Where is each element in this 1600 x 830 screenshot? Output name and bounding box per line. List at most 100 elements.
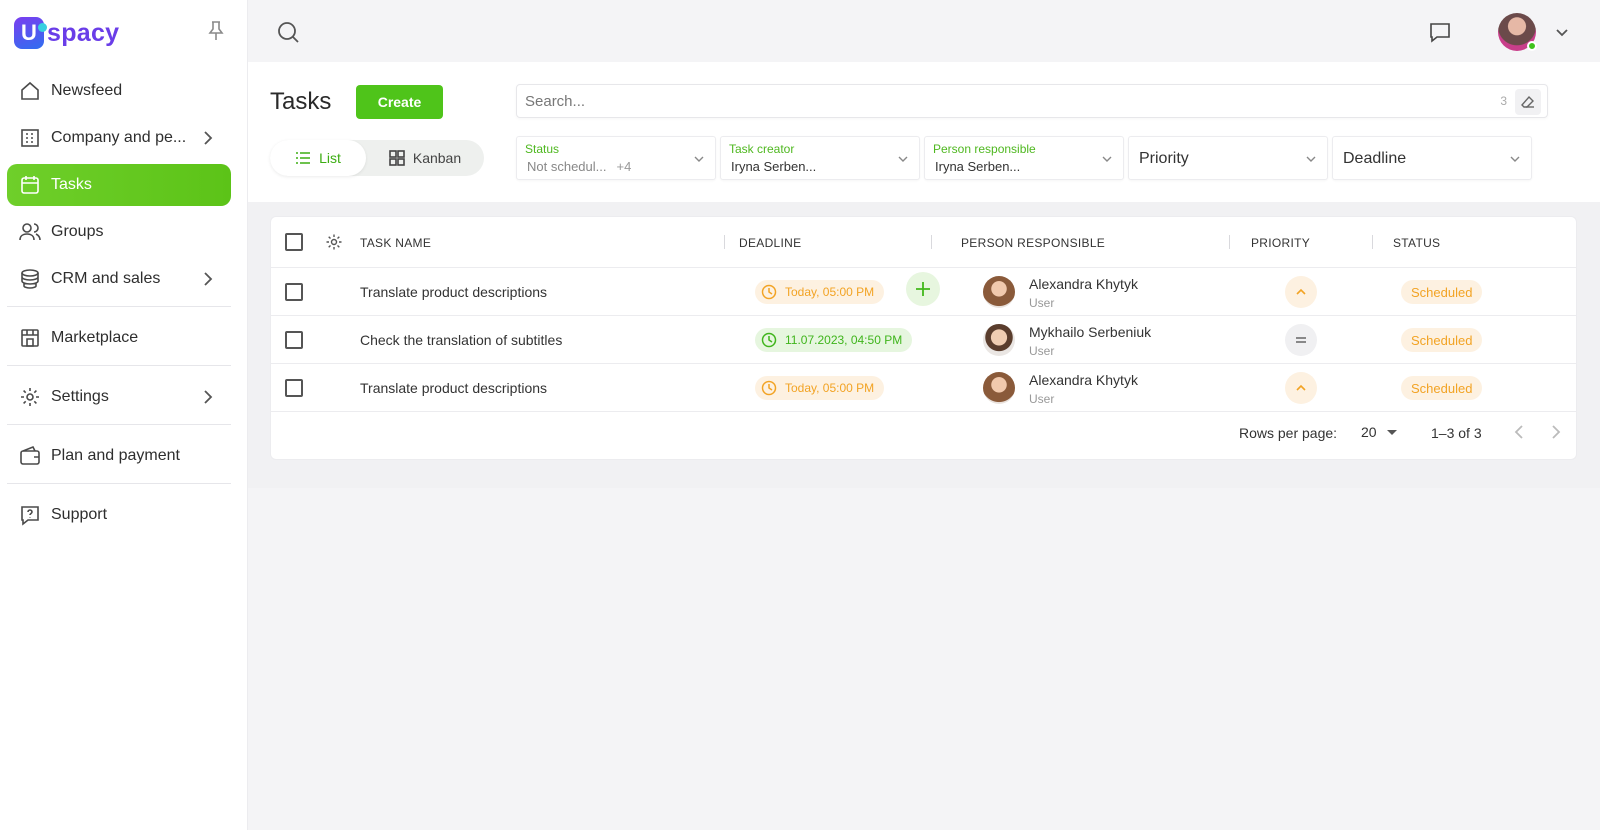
clear-filters-button[interactable]	[1515, 89, 1541, 115]
task-search: 3	[516, 84, 1548, 118]
search-count: 3	[1500, 94, 1507, 108]
rows-per-page-select[interactable]: 20	[1361, 424, 1397, 440]
logo-mark: U	[14, 17, 47, 49]
deadline-chip[interactable]: Today, 05:00 PM	[755, 280, 885, 304]
caret-down-icon	[1386, 429, 1397, 435]
chevron-down-icon	[1102, 156, 1112, 162]
sidebar-item-support[interactable]: Support	[7, 494, 231, 536]
row-checkbox[interactable]	[285, 379, 303, 397]
gear-icon[interactable]	[325, 233, 343, 251]
view-list-label: List	[319, 150, 341, 166]
filter-status[interactable]: Status Not schedul... +4	[516, 136, 716, 180]
column-deadline[interactable]: DEADLINE	[739, 236, 801, 250]
sidebar-nav: Newsfeed Company and pe... Tasks Groups …	[7, 70, 231, 541]
deadline-chip[interactable]: Today, 05:00 PM	[755, 376, 885, 400]
table-row[interactable]: Translate product descriptions Today, 05…	[271, 268, 1576, 316]
online-indicator	[1527, 41, 1537, 51]
add-deadline-button[interactable]	[906, 272, 940, 306]
sidebar-item-tasks[interactable]: Tasks	[7, 164, 231, 206]
sidebar-item-groups[interactable]: Groups	[7, 211, 231, 253]
person-name[interactable]: Alexandra Khytyk	[1029, 276, 1138, 292]
view-list-button[interactable]: List	[270, 140, 366, 176]
page-range: 1–3 of 3	[1431, 425, 1482, 441]
filter-label: Task creator	[729, 142, 795, 156]
filter-person-responsible[interactable]: Person responsible Iryna Serben...	[924, 136, 1124, 180]
chevron-down-icon	[898, 156, 908, 162]
row-checkbox[interactable]	[285, 331, 303, 349]
eraser-icon	[1521, 95, 1534, 108]
sidebar-item-label: Plan and payment	[51, 447, 180, 464]
sidebar-item-newsfeed[interactable]: Newsfeed	[7, 70, 231, 112]
divider	[7, 424, 231, 425]
sidebar-item-settings[interactable]: Settings	[7, 376, 231, 418]
sidebar-item-plan[interactable]: Plan and payment	[7, 435, 231, 477]
avatar	[983, 324, 1015, 356]
deadline-chip[interactable]: 11.07.2023, 04:50 PM	[755, 328, 913, 352]
column-priority[interactable]: PRIORITY	[1251, 236, 1310, 250]
help-icon	[21, 506, 39, 526]
task-name[interactable]: Translate product descriptions	[360, 284, 547, 300]
logo-text: spacy	[47, 18, 120, 47]
column-task-name[interactable]: TASK NAME	[360, 236, 431, 250]
filter-task-creator[interactable]: Task creator Iryna Serben...	[720, 136, 920, 180]
chevron-right-icon[interactable]	[1548, 423, 1564, 441]
search-input[interactable]	[525, 85, 1465, 117]
wallet-icon	[20, 445, 40, 465]
plus-icon	[916, 282, 930, 296]
sidebar-item-company[interactable]: Company and pe...	[7, 117, 231, 159]
sidebar-item-marketplace[interactable]: Marketplace	[7, 317, 231, 359]
select-all-checkbox[interactable]	[285, 233, 303, 251]
task-name[interactable]: Check the translation of subtitles	[360, 332, 562, 348]
column-divider	[931, 235, 932, 249]
deadline-text: Today, 05:00 PM	[785, 285, 875, 299]
status-badge[interactable]: Scheduled	[1401, 280, 1483, 304]
filter-placeholder: Deadline	[1343, 150, 1407, 167]
status-badge[interactable]: Scheduled	[1401, 376, 1483, 400]
search-icon[interactable]	[276, 20, 300, 44]
create-button[interactable]: Create	[356, 85, 443, 119]
deadline-text: Today, 05:00 PM	[785, 381, 875, 395]
chevron-right-icon	[204, 272, 213, 286]
page-title: Tasks	[270, 88, 332, 115]
table-row[interactable]: Check the translation of subtitles 11.07…	[271, 316, 1576, 364]
person-name[interactable]: Mykhailo Serbeniuk	[1029, 324, 1151, 340]
rows-per-page-value: 20	[1361, 424, 1377, 440]
filter-priority[interactable]: Priority	[1128, 136, 1328, 180]
logo-dot	[38, 23, 47, 32]
filter-label: Person responsible	[933, 142, 1036, 156]
sidebar-item-label: Newsfeed	[51, 82, 123, 99]
logo-letter: U	[21, 20, 37, 45]
task-name[interactable]: Translate product descriptions	[360, 380, 547, 396]
view-kanban-button[interactable]: Kanban	[366, 140, 484, 176]
priority-high-icon[interactable]	[1285, 372, 1317, 404]
chat-icon[interactable]	[1428, 20, 1452, 44]
sidebar-item-label: Marketplace	[51, 329, 139, 346]
sidebar-item-label: Company and pe...	[51, 129, 187, 146]
status-badge[interactable]: Scheduled	[1401, 328, 1483, 352]
pin-icon[interactable]	[207, 20, 225, 42]
building-icon	[21, 129, 39, 147]
list-icon	[296, 152, 311, 164]
logo[interactable]: U spacy	[14, 16, 119, 50]
filter-extra-count: +4	[616, 159, 632, 174]
column-status[interactable]: STATUS	[1393, 236, 1440, 250]
users-icon	[19, 223, 41, 241]
avatar	[983, 372, 1015, 404]
person-name[interactable]: Alexandra Khytyk	[1029, 372, 1138, 388]
table-row[interactable]: Translate product descriptions Today, 05…	[271, 364, 1576, 412]
priority-high-icon[interactable]	[1285, 276, 1317, 308]
sidebar-item-label: Support	[51, 506, 108, 523]
sidebar-item-label: Tasks	[51, 176, 92, 193]
filter-value-text: Not schedul...	[527, 159, 607, 174]
sidebar-item-crm[interactable]: CRM and sales	[7, 258, 231, 300]
priority-medium-icon[interactable]	[1285, 324, 1317, 356]
row-checkbox[interactable]	[285, 283, 303, 301]
filter-deadline[interactable]: Deadline	[1332, 136, 1532, 180]
view-toggle: List Kanban	[270, 140, 484, 176]
user-avatar[interactable]	[1498, 13, 1537, 51]
sidebar: U spacy Newsfeed Company and pe... Tasks…	[0, 0, 248, 830]
column-person-responsible[interactable]: PERSON RESPONSIBLE	[961, 236, 1105, 250]
chevron-down-icon[interactable]	[1554, 24, 1570, 40]
clock-icon	[761, 332, 777, 348]
chevron-left-icon[interactable]	[1511, 423, 1527, 441]
